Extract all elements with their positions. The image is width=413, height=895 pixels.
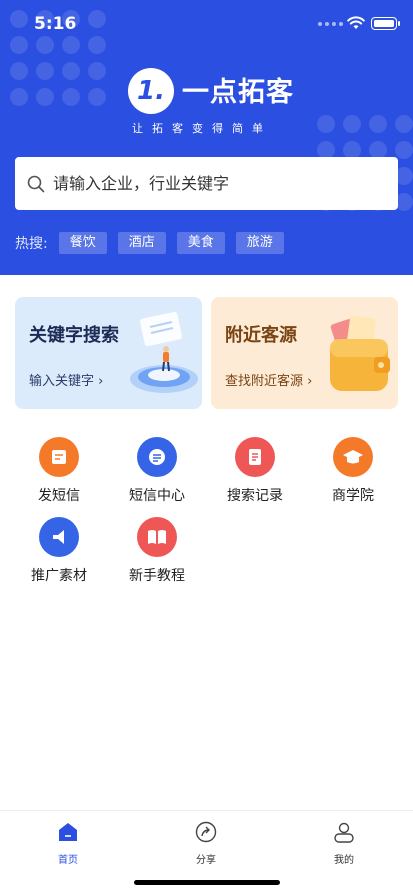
grid-item-tutorial[interactable]: 新手教程 bbox=[117, 517, 197, 585]
grid-item-message-center[interactable]: 短信中心 bbox=[117, 437, 197, 505]
logo-icon: 1. bbox=[128, 68, 174, 114]
wifi-icon bbox=[347, 16, 365, 29]
header-banner: 5:16 1. 一点拓客 让拓客变得简单 热搜: 餐饮 酒店 美食 旅游 bbox=[0, 0, 413, 275]
keyword-search-card[interactable]: 关键字搜索 输入关键字 › bbox=[15, 297, 202, 409]
grid-item-label: 推广素材 bbox=[31, 568, 87, 584]
share-icon bbox=[195, 821, 217, 843]
grid-item-search-record[interactable]: 搜索记录 bbox=[215, 437, 295, 505]
hot-tag[interactable]: 旅游 bbox=[235, 232, 284, 254]
sms-icon bbox=[39, 437, 79, 477]
battery-icon bbox=[371, 17, 400, 30]
keyword-search-illustration bbox=[130, 311, 198, 393]
brand-slogan: 让拓客变得简单 bbox=[132, 122, 272, 135]
tab-home[interactable]: 首页 bbox=[38, 821, 98, 866]
grid-item-label: 短信中心 bbox=[129, 488, 185, 504]
grid-item-label: 搜索记录 bbox=[227, 488, 283, 504]
tab-home-label: 首页 bbox=[58, 855, 78, 866]
hot-tag[interactable]: 美食 bbox=[176, 232, 225, 254]
home-indicator bbox=[134, 880, 280, 885]
grid-item-label: 商学院 bbox=[332, 488, 374, 504]
hot-tag[interactable]: 餐饮 bbox=[58, 232, 107, 254]
grid-item-promo-materials[interactable]: 推广素材 bbox=[19, 517, 99, 585]
home-icon bbox=[59, 823, 77, 841]
tab-share[interactable]: 分享 bbox=[176, 821, 236, 866]
grid-item-label: 发短信 bbox=[38, 488, 80, 504]
grid-item-sms[interactable]: 发短信 bbox=[19, 437, 99, 505]
wallet-illustration bbox=[330, 315, 390, 391]
book-icon bbox=[137, 517, 177, 557]
search-box[interactable] bbox=[15, 157, 398, 210]
status-time: 5:16 bbox=[34, 14, 77, 34]
megaphone-icon bbox=[39, 517, 79, 557]
search-record-icon bbox=[235, 437, 275, 477]
message-center-icon bbox=[137, 437, 177, 477]
nearby-customers-card[interactable]: 附近客源 查找附近客源 › bbox=[211, 297, 398, 409]
keyword-search-link[interactable]: 输入关键字 › bbox=[29, 370, 103, 389]
status-bar: 5:16 bbox=[0, 0, 413, 48]
tab-share-label: 分享 bbox=[196, 855, 216, 866]
tab-mine[interactable]: 我的 bbox=[314, 821, 374, 866]
hot-search-label: 热搜: bbox=[15, 236, 48, 252]
graduation-cap-icon bbox=[333, 437, 373, 477]
grid-item-academy[interactable]: 商学院 bbox=[313, 437, 393, 505]
brand-name: 一点拓客 bbox=[182, 77, 294, 108]
grid-item-label: 新手教程 bbox=[129, 568, 185, 584]
user-icon bbox=[334, 822, 354, 843]
hot-tag[interactable]: 酒店 bbox=[117, 232, 166, 254]
keyword-search-title: 关键字搜索 bbox=[29, 325, 119, 346]
hot-search: 热搜: 餐饮 酒店 美食 旅游 bbox=[15, 232, 284, 254]
signal-icon bbox=[318, 22, 343, 26]
search-input[interactable] bbox=[53, 174, 373, 193]
nearby-customers-title: 附近客源 bbox=[225, 325, 297, 346]
tab-mine-label: 我的 bbox=[334, 855, 354, 866]
search-icon bbox=[27, 175, 45, 192]
nearby-customers-link[interactable]: 查找附近客源 › bbox=[225, 370, 312, 389]
